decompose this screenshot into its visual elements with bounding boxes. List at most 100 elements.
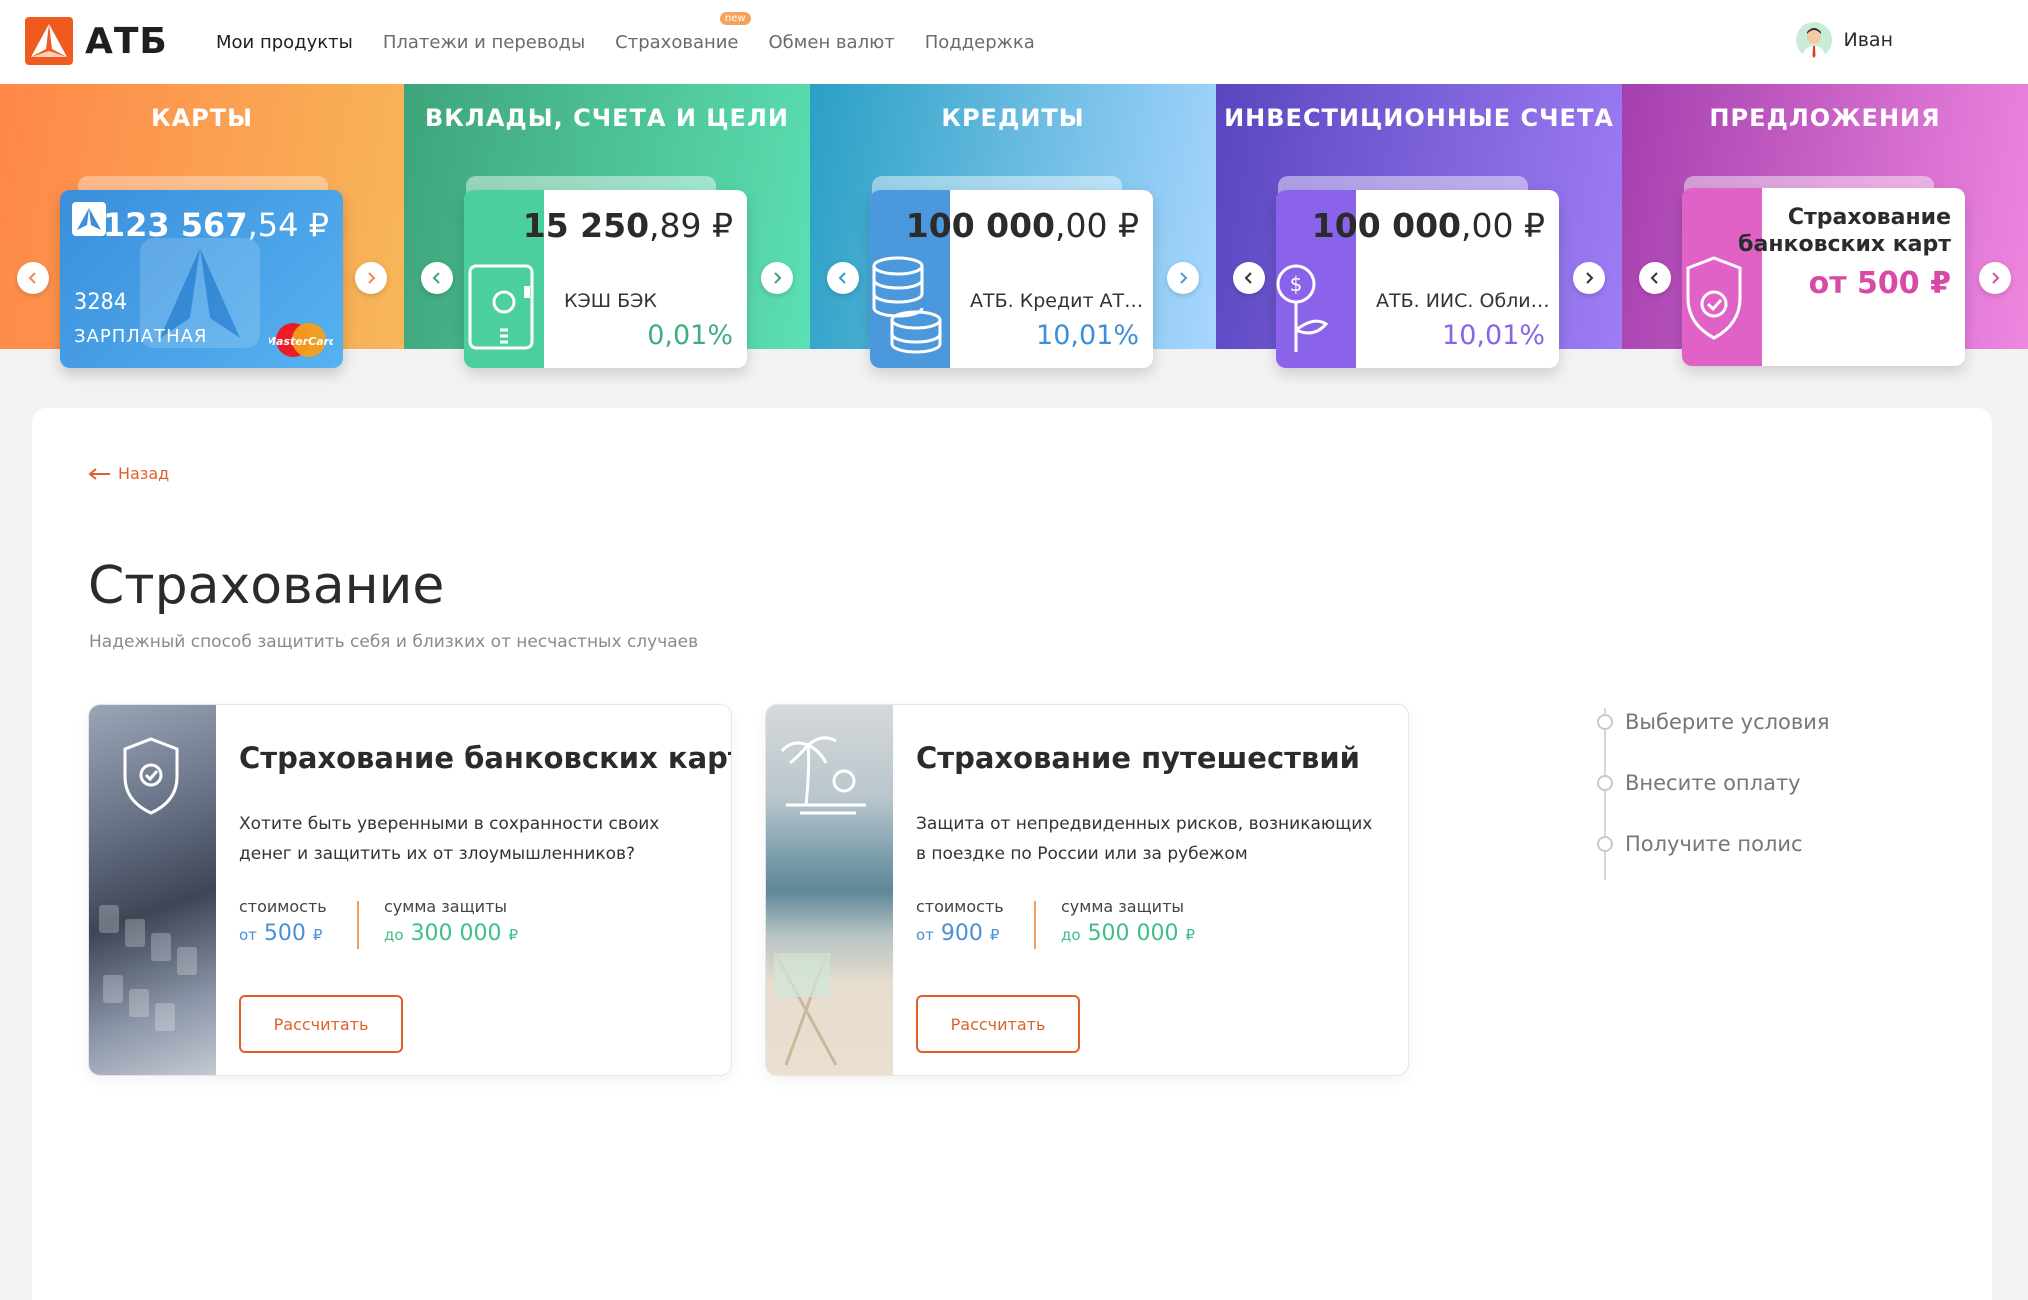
- cost-prefix: от: [916, 926, 934, 944]
- credit-rate: 10,01%: [1036, 320, 1139, 351]
- chevron-right-icon: [1992, 272, 2000, 284]
- calculate-button[interactable]: Рассчитать: [239, 995, 403, 1053]
- deposit-amount-main: 15 250: [522, 206, 650, 245]
- step-item: Выберите условия: [1597, 710, 1830, 734]
- investment-card[interactable]: $ 100 000,00 ₽ АТБ. ИИС. Обли… 10,01%: [1276, 190, 1559, 368]
- offer-title-line1: Страхование: [1787, 205, 1951, 230]
- sum-currency: ₽: [508, 926, 519, 944]
- step-label: Получите полис: [1625, 832, 1803, 856]
- credit-label: АТБ. Кредит АТБ…: [970, 290, 1145, 312]
- insurance-description: Хотите быть уверенными в сохранности сво…: [239, 814, 660, 864]
- chevron-left-icon: [838, 272, 846, 284]
- cost-label: стоимость: [916, 897, 1004, 916]
- page-title: Страхование: [88, 556, 445, 616]
- credit-card[interactable]: 100 000,00 ₽ АТБ. Кредит АТБ… 10,01%: [870, 190, 1153, 368]
- top-header: АТБ Мои продукты Платежи и переводы Стра…: [0, 0, 2028, 84]
- product-strip: КАРТЫ 123 567,54 ₽ 3284 ЗАРПЛАТНАЯ Maste…: [0, 84, 2028, 368]
- cost-currency: ₽: [312, 926, 323, 944]
- steps-list: Выберите условия Внесите оплату Получите…: [1597, 704, 1897, 880]
- deposits-next-button[interactable]: [761, 262, 793, 294]
- deposits-prev-button[interactable]: [421, 262, 453, 294]
- chevron-right-icon: [368, 272, 376, 284]
- panel-cards: КАРТЫ 123 567,54 ₽ 3284 ЗАРПЛАТНАЯ Maste…: [0, 84, 404, 368]
- brand-logo[interactable]: АТБ: [25, 17, 168, 65]
- back-link-label: Назад: [118, 464, 170, 483]
- step-dot: [1597, 775, 1613, 791]
- nav-payments[interactable]: Платежи и переводы: [383, 32, 585, 53]
- card-name: ЗАРПЛАТНАЯ: [74, 326, 208, 347]
- chevron-left-icon: [432, 272, 440, 284]
- bank-card[interactable]: 123 567,54 ₽ 3284 ЗАРПЛАТНАЯ MasterCard: [60, 190, 343, 368]
- investments-next-button[interactable]: [1573, 262, 1605, 294]
- bank-cards-photo: [89, 705, 216, 1075]
- investment-amount-fraction: ,00 ₽: [1461, 206, 1545, 245]
- chevron-left-icon: [28, 272, 36, 284]
- panel-credits-title: КРЕДИТЫ: [941, 104, 1085, 132]
- card-balance-fraction: ,54 ₽: [247, 206, 329, 244]
- offers-prev-button[interactable]: [1639, 262, 1671, 294]
- offer-card[interactable]: Страхование банковских карт от 500 ₽: [1682, 188, 1965, 366]
- sum-value: до 300 000 ₽: [384, 921, 518, 946]
- investment-rate: 10,01%: [1442, 320, 1545, 351]
- panel-deposits: ВКЛАДЫ, СЧЕТА И ЦЕЛИ 15 250,89 ₽ КЭШ БЭК…: [404, 84, 810, 368]
- credits-prev-button[interactable]: [827, 262, 859, 294]
- panel-deposits-title: ВКЛАДЫ, СЧЕТА И ЦЕЛИ: [425, 104, 789, 132]
- sum-prefix: до: [384, 926, 404, 944]
- palm-sun-icon: [780, 736, 866, 815]
- beach-photo-art: [774, 736, 866, 1066]
- panel-investments-title: ИНВЕСТИЦИОННЫЕ СЧЕТА: [1224, 104, 1614, 132]
- calculate-button[interactable]: Рассчитать: [916, 995, 1080, 1053]
- brand-name: АТБ: [85, 20, 168, 62]
- cards-next-button[interactable]: [355, 262, 387, 294]
- divider: [1034, 901, 1036, 949]
- investment-label: АТБ. ИИС. Обли…: [1376, 290, 1550, 312]
- sum-label: сумма защиты: [1061, 897, 1185, 916]
- offers-next-button[interactable]: [1979, 262, 2011, 294]
- insurance-card-travel[interactable]: Страхование путешествий Защита от непред…: [765, 704, 1409, 1076]
- chevron-right-icon: [1180, 272, 1188, 284]
- cost-prefix: от: [239, 926, 257, 944]
- sum-currency: ₽: [1185, 926, 1196, 944]
- avatar: [1795, 22, 1832, 58]
- deposit-amount-fraction: ,89 ₽: [649, 206, 733, 245]
- back-link[interactable]: Назад: [88, 464, 169, 483]
- offer-price: от 500 ₽: [1808, 266, 1951, 301]
- cards-prev-button[interactable]: [17, 262, 49, 294]
- step-dot: [1597, 836, 1613, 852]
- nav-currency-exchange[interactable]: Обмен валют: [769, 32, 895, 53]
- step-item: Получите полис: [1597, 832, 1803, 856]
- cost-amount: 900: [940, 921, 983, 946]
- deposit-card[interactable]: 15 250,89 ₽ КЭШ БЭК 0,01%: [464, 190, 747, 368]
- investment-amount: 100 000,00 ₽: [1312, 206, 1545, 245]
- offer-title: Страхование банковских карт: [1738, 204, 1951, 258]
- sum-amount: 500 000: [1087, 921, 1179, 946]
- nav-insurance-label: Страхование: [615, 31, 739, 53]
- sum-prefix: до: [1061, 926, 1081, 944]
- travel-photo: [766, 705, 893, 1075]
- chevron-left-icon: [1650, 272, 1658, 284]
- step-item: Внесите оплату: [1597, 771, 1801, 795]
- nav-insurance[interactable]: Страхование new: [615, 11, 751, 53]
- panel-cards-title: КАРТЫ: [150, 104, 254, 132]
- credits-next-button[interactable]: [1167, 262, 1199, 294]
- new-badge: new: [719, 11, 751, 25]
- page-subtitle: Надежный способ защитить себя и близких …: [89, 632, 699, 652]
- user-name: Иван: [1843, 29, 1893, 51]
- credit-card-photo-art: [99, 737, 197, 1031]
- sum-value: до 500 000 ₽: [1061, 921, 1195, 946]
- cost-label: стоимость: [239, 897, 327, 916]
- insurance-description: Защита от непредвиденных рисков, возника…: [916, 814, 1373, 864]
- credit-amount-fraction: ,00 ₽: [1055, 206, 1139, 245]
- insurance-card-bank-cards[interactable]: Страхование банковских карт Хотите быть …: [88, 704, 732, 1076]
- card-balance: 123 567,54 ₽: [103, 206, 329, 244]
- user-avatar-icon: [1795, 22, 1832, 58]
- cost-value: от 900 ₽: [916, 921, 999, 946]
- main-nav: Мои продукты Платежи и переводы Страхова…: [216, 0, 1065, 84]
- nav-my-products[interactable]: Мои продукты: [216, 32, 353, 53]
- chevron-right-icon: [1586, 272, 1594, 284]
- user-menu[interactable]: Иван: [1795, 22, 1893, 58]
- investments-prev-button[interactable]: [1233, 262, 1265, 294]
- nav-support[interactable]: Поддержка: [925, 32, 1035, 53]
- mastercard-icon: MasterCard: [269, 323, 333, 357]
- credit-amount-main: 100 000: [905, 206, 1056, 245]
